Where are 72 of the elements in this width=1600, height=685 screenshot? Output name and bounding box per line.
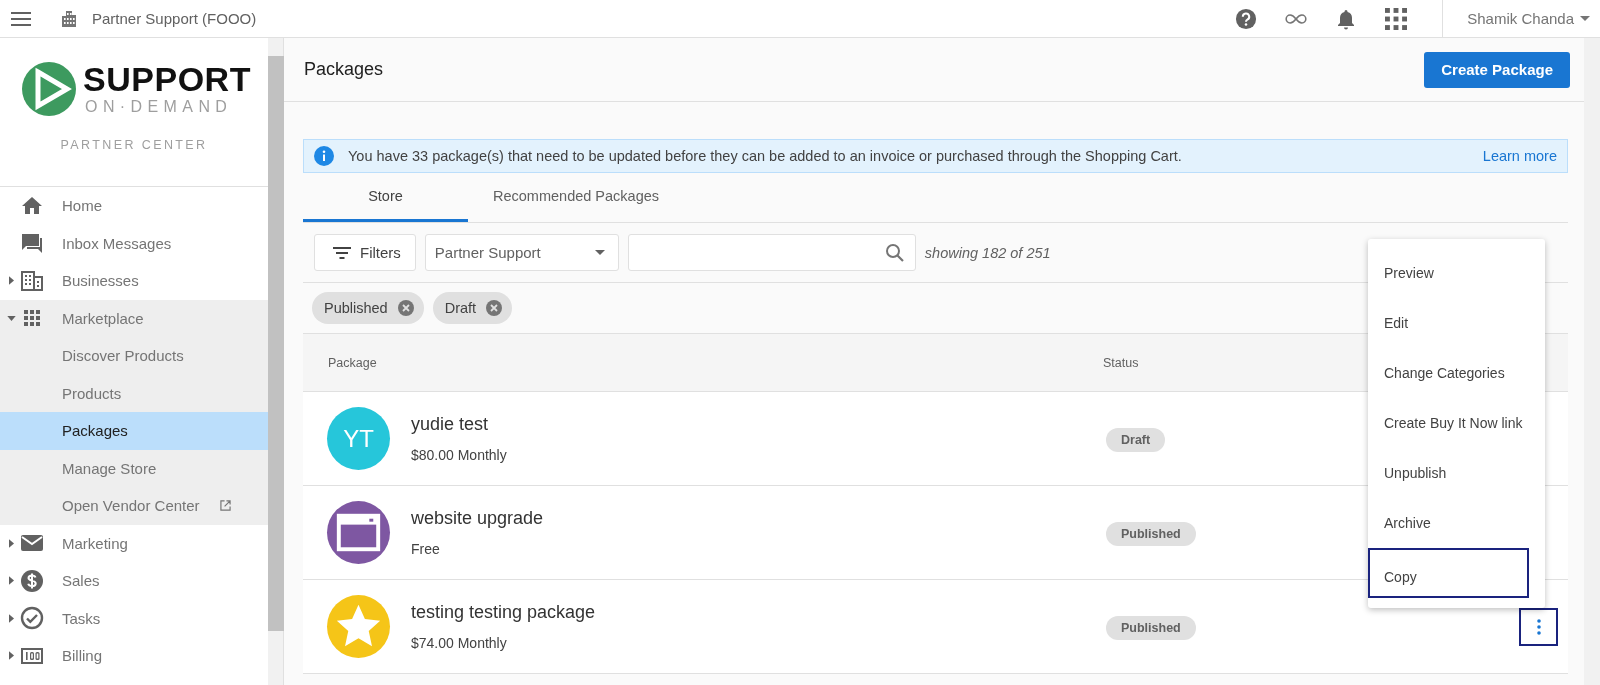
package-price: Free: [411, 541, 441, 557]
learn-more-link[interactable]: Learn more: [1482, 148, 1557, 164]
building-icon: [20, 268, 44, 293]
status-badge: Published: [1106, 521, 1196, 546]
dollar-icon: [20, 568, 44, 593]
caret-icon: [7, 315, 16, 321]
sidebar-item[interactable]: Sales: [0, 562, 268, 600]
search-field[interactable]: [627, 234, 916, 271]
sidebar-item[interactable]: Inbox Messages: [0, 224, 268, 262]
tab[interactable]: Store: [303, 173, 468, 222]
package-price: $74.00 Monthly: [411, 635, 508, 651]
caret-icon: [9, 651, 14, 661]
status-badge: Draft: [1106, 427, 1166, 452]
sidebar-item[interactable]: Products: [0, 374, 268, 412]
search-icon: [884, 242, 905, 263]
dropdown[interactable]: Partner Support: [424, 234, 619, 271]
scrollbar[interactable]: [1584, 38, 1600, 685]
package-name[interactable]: website upgrade: [411, 508, 1106, 529]
sidebar-item[interactable]: Discover Products: [0, 337, 268, 375]
filters-button[interactable]: Filters: [314, 234, 416, 271]
remove-icon[interactable]: [397, 300, 414, 316]
caret-icon: [1580, 16, 1590, 21]
play-logo-icon: [21, 61, 78, 117]
sidebar-item[interactable]: Manage Store: [0, 449, 268, 487]
column-header: Package: [327, 355, 378, 370]
menu-item[interactable]: Change Categories: [1368, 348, 1529, 398]
status-badge: Published: [1106, 615, 1196, 640]
menu-icon[interactable]: [11, 11, 31, 26]
menu-item[interactable]: Copy: [1368, 548, 1529, 598]
remove-icon[interactable]: [486, 300, 503, 316]
menu-item[interactable]: Preview: [1368, 248, 1529, 298]
column-header: Status: [1103, 355, 1139, 370]
caret-icon: [9, 276, 14, 286]
menu-item[interactable]: Unpublish: [1368, 448, 1529, 498]
sidebar-item[interactable]: Marketing: [0, 524, 268, 562]
user-menu-button[interactable]: Shamik Chanda: [1443, 10, 1600, 27]
result-count: showing 182 of 251: [924, 244, 1051, 261]
check-circle-icon: [20, 606, 44, 631]
banner-text: You have 33 package(s) that need to be updated before they can be added to an invoice or purchased through the Shopping Cart.: [348, 148, 1183, 164]
package-price: $80.00 Monthly: [411, 447, 508, 463]
logo-subtitle: ON·DEMAND: [85, 97, 234, 117]
menu-item[interactable]: Archive: [1368, 498, 1529, 548]
info-icon: [314, 146, 334, 166]
caret-icon: [9, 576, 14, 586]
create-package-button[interactable]: Create Package: [1424, 51, 1570, 88]
partner-center-label: PARTNER CENTER: [60, 138, 208, 152]
more-options-button[interactable]: [1519, 607, 1558, 646]
sidebar-item[interactable]: Open Vendor Center: [0, 487, 268, 525]
filter-icon: [333, 246, 351, 259]
sidebar-item[interactable]: Billing: [0, 637, 268, 675]
avatar: YT: [327, 407, 390, 470]
account-name: Partner Support (FOOO): [92, 10, 257, 27]
caret-icon: [594, 250, 605, 255]
sidebar-item[interactable]: Packages: [0, 412, 268, 450]
caret-icon: [9, 538, 14, 548]
sidebar-item[interactable]: Tasks: [0, 599, 268, 637]
package-name[interactable]: testing testing package: [411, 602, 1106, 623]
sidebar-item[interactable]: Businesses: [0, 262, 268, 300]
menu-item[interactable]: Edit: [1368, 298, 1529, 348]
menu-item[interactable]: Create Buy It Now link: [1368, 398, 1529, 448]
help-icon[interactable]: [1235, 7, 1258, 30]
page-title: Packages: [304, 59, 384, 80]
apps-grid-icon[interactable]: [1385, 7, 1408, 30]
sidebar-item[interactable]: Marketplace: [0, 299, 268, 337]
tab[interactable]: Recommended Packages: [468, 173, 685, 222]
filter-chip: Published: [312, 292, 424, 324]
filter-chip: Draft: [432, 292, 513, 324]
sidebar-item[interactable]: Home: [0, 187, 268, 225]
caret-icon: [9, 613, 14, 623]
more-vertical-icon: [1536, 618, 1541, 635]
package-name[interactable]: yudie test: [411, 414, 1106, 435]
logo-title: SUPPORT: [83, 61, 251, 97]
